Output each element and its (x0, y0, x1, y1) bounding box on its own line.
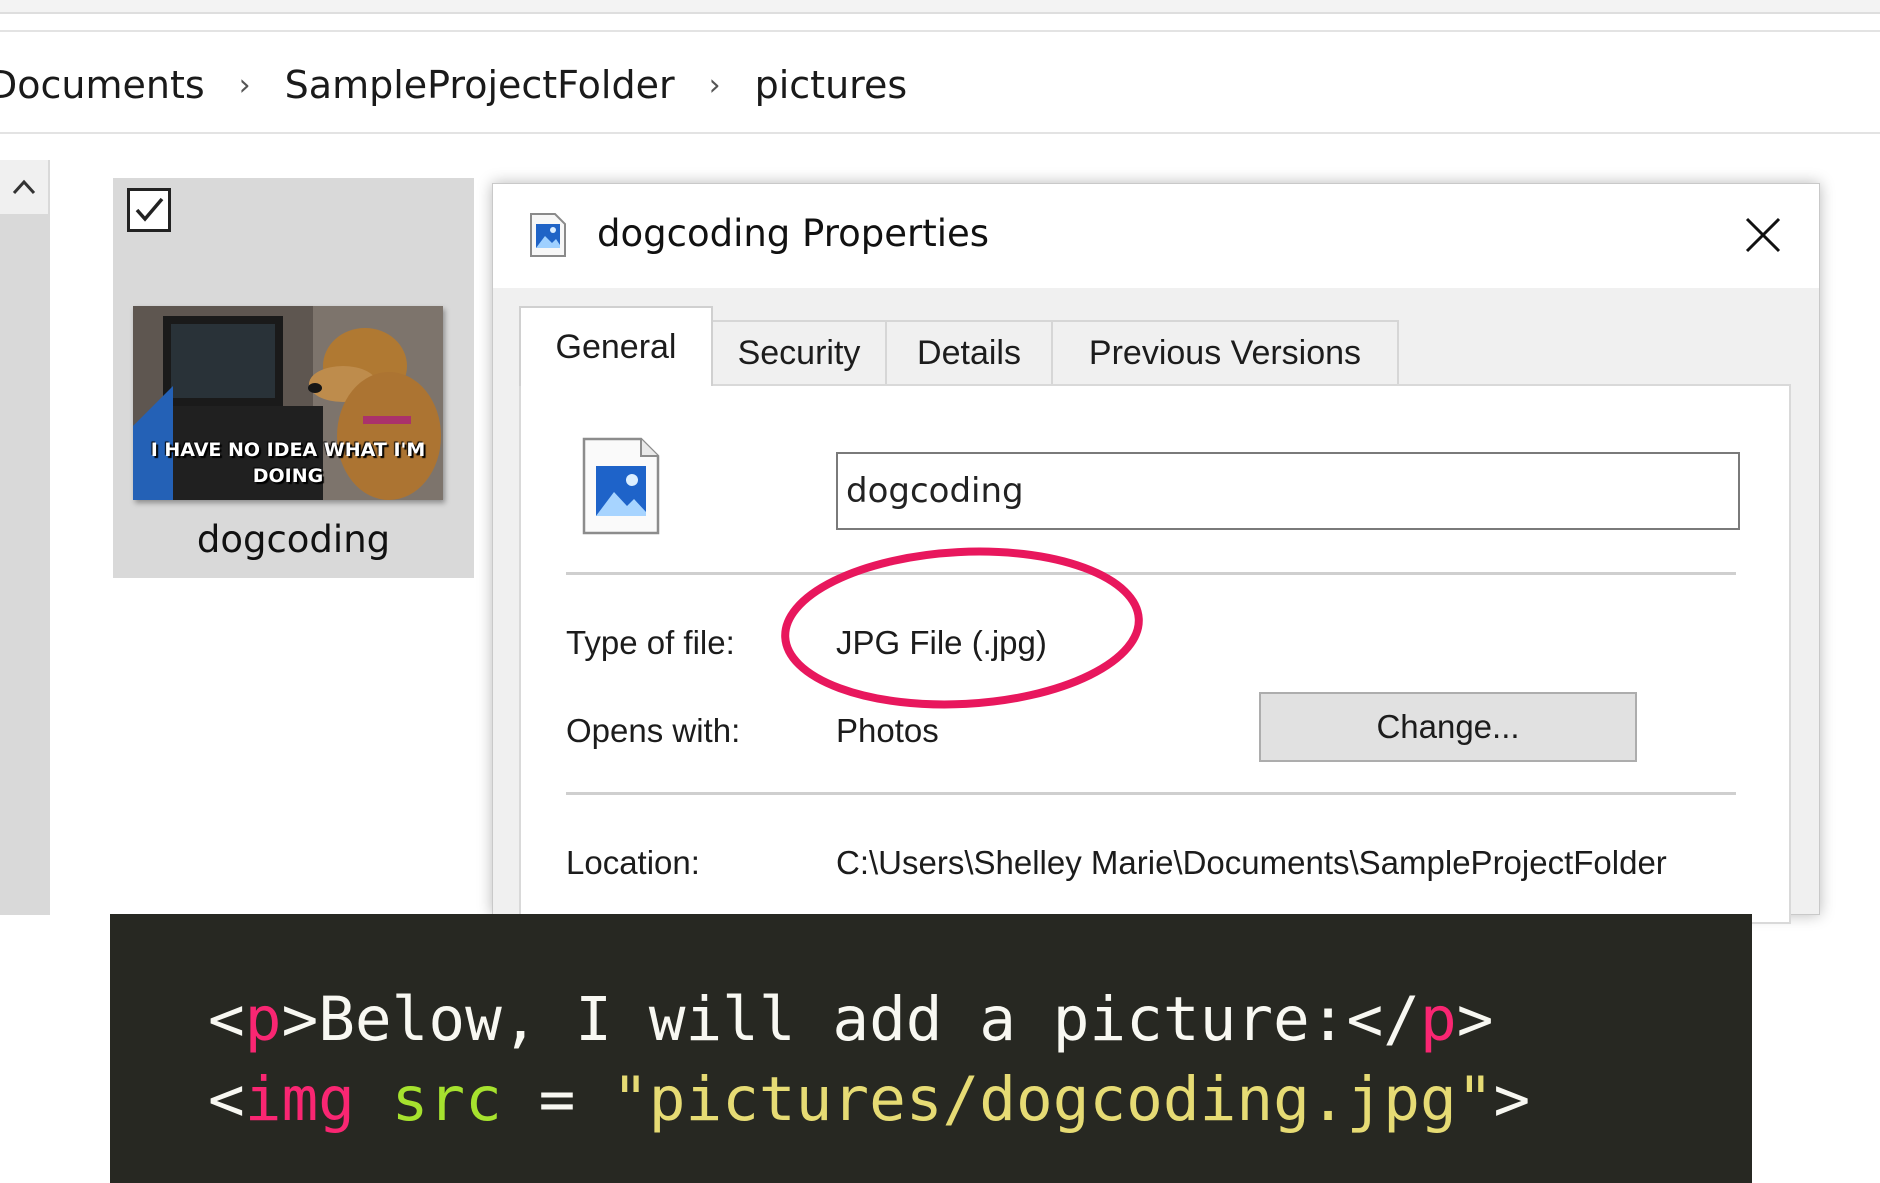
properties-dialog: dogcoding Properties General Security De… (492, 183, 1820, 924)
type-of-file-value: JPG File (.jpg) (836, 624, 1047, 661)
location-value: C:\Users\Shelley Marie\Documents\SampleP… (836, 844, 1667, 881)
general-tab-panel: Type of file: JPG File (.jpg) Opens with… (519, 384, 1791, 924)
chevron-up-icon (12, 179, 36, 195)
code-equals: = (501, 1064, 613, 1135)
code-snippet: <p>Below, I will add a picture:</p> <img… (110, 914, 1752, 1183)
checkmark-icon (135, 197, 164, 222)
code-line-1: <p>Below, I will add a picture:</p> (208, 984, 1493, 1055)
scroll-up-button[interactable] (0, 160, 48, 214)
thumbnail-caption-line-2: DOING (252, 465, 324, 487)
file-thumbnail: I HAVE NO IDEA WHAT I'M DOING (133, 306, 443, 500)
code-line-2: <img src = "pictures/dogcoding.jpg"> (208, 1064, 1530, 1135)
explorer-top-strip (0, 0, 1880, 14)
dialog-title: dogcoding Properties (597, 212, 990, 255)
code-punct: > (281, 984, 319, 1055)
code-punct: > (1456, 984, 1494, 1055)
selection-checkbox[interactable] (127, 188, 171, 232)
code-tag-p-close: p (1419, 984, 1457, 1055)
code-attr-src: src (391, 1064, 502, 1135)
tab-security[interactable]: Security (711, 320, 887, 384)
opens-with-label: Opens with: (566, 712, 741, 749)
image-file-icon (582, 437, 660, 535)
breadcrumb-item-documents[interactable]: Documents (0, 63, 205, 107)
code-string-path: "pictures/dogcoding.jpg" (612, 1064, 1494, 1135)
code-punct: < (208, 1064, 245, 1135)
opens-with-value: Photos (836, 712, 939, 749)
section-divider (566, 792, 1736, 795)
code-punct: > (1493, 1064, 1531, 1135)
breadcrumb-item-sampleprojectfolder[interactable]: SampleProjectFolder (285, 63, 675, 107)
code-tag-img: img (244, 1064, 355, 1135)
code-text: Below, I will add a picture: (318, 984, 1347, 1055)
file-name-label: dogcoding (196, 518, 391, 561)
change-button[interactable]: Change... (1259, 692, 1637, 762)
file-item-dogcoding[interactable]: I HAVE NO IDEA WHAT I'M DOING dogcoding (113, 178, 474, 578)
location-label: Location: (566, 844, 700, 881)
tab-previous-versions[interactable]: Previous Versions (1051, 320, 1399, 384)
code-punct: < (208, 984, 245, 1055)
file-name-field[interactable] (836, 452, 1740, 530)
type-of-file-label: Type of file: (566, 624, 735, 661)
code-tag-p: p (244, 984, 282, 1055)
code-punct: </ (1346, 984, 1420, 1055)
close-button[interactable] (1723, 200, 1803, 270)
breadcrumb-item-pictures[interactable]: pictures (755, 63, 908, 107)
image-file-icon (530, 213, 566, 257)
tab-general[interactable]: General (519, 306, 713, 386)
address-bar[interactable]: Documents › SampleProjectFolder › pictur… (0, 30, 1880, 134)
close-icon (1745, 217, 1781, 253)
dialog-titlebar[interactable]: dogcoding Properties (493, 184, 1819, 288)
thumbnail-caption-line-1: I HAVE NO IDEA WHAT I'M (150, 439, 426, 461)
breadcrumb: Documents › SampleProjectFolder › pictur… (0, 60, 907, 110)
breadcrumb-chevron-icon: › (708, 67, 721, 103)
section-divider (566, 572, 1736, 575)
tab-details[interactable]: Details (885, 320, 1053, 384)
navigation-pane-scrollbar[interactable] (0, 160, 50, 915)
breadcrumb-chevron-icon: › (238, 67, 251, 103)
